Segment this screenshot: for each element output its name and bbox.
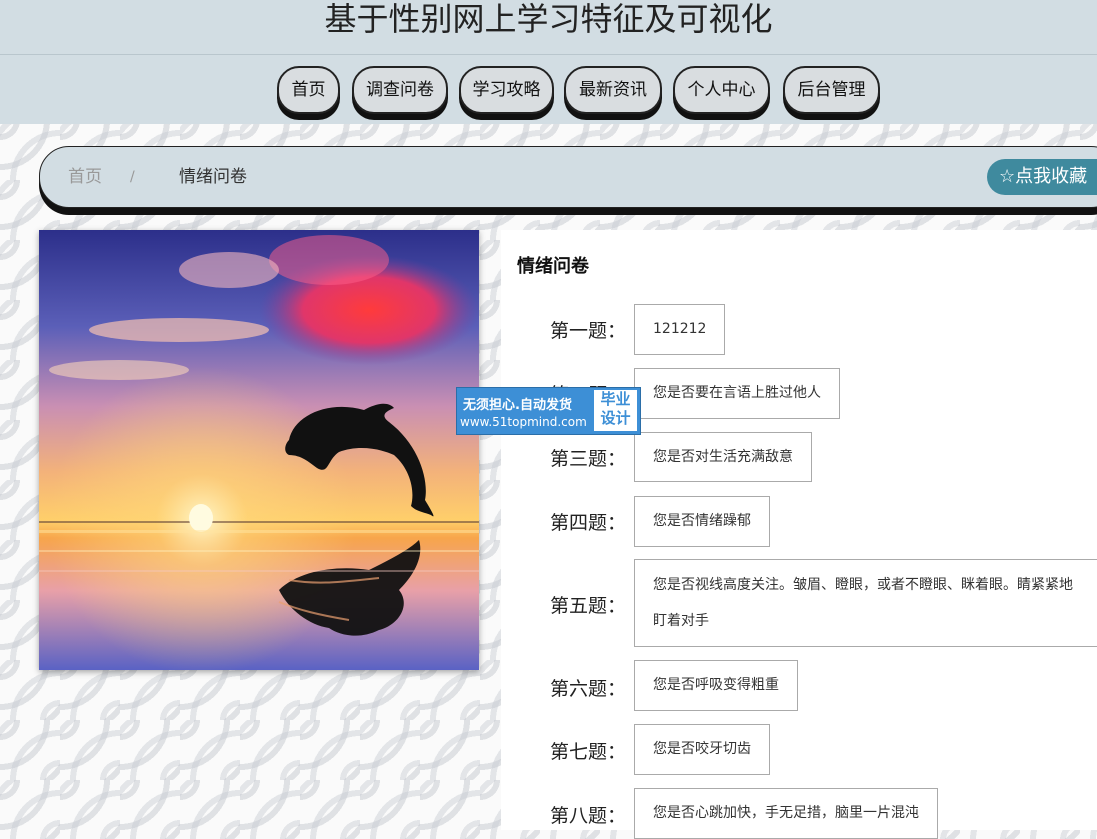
question-3-label: 第三题： xyxy=(550,448,627,470)
nav-personal-center[interactable]: 个人中心 xyxy=(673,66,770,114)
watermark-slogan: 无须担心.自动发货 xyxy=(463,398,572,413)
watermark-logo-line1: 毕业 xyxy=(600,390,631,408)
watermark-url: www.51topmind.com xyxy=(460,415,587,429)
questionnaire-panel: 情绪问卷 第一题： 121212 第二题： 您是否要在言语上胜过他人 第三题： … xyxy=(501,230,1097,839)
question-7-label: 第七题： xyxy=(550,741,627,763)
question-5-label: 第五题： xyxy=(550,595,627,617)
nav-admin[interactable]: 后台管理 xyxy=(783,66,880,114)
watermark-badge: 无须担心.自动发货 www.51topmind.com 毕业 设计 xyxy=(456,387,641,435)
site-title: 基于性别网上学习特征及可视化 xyxy=(324,0,773,38)
question-1-label: 第一题： xyxy=(550,320,627,342)
question-4-label: 第四题： xyxy=(550,512,627,534)
nav-latest-news[interactable]: 最新资讯 xyxy=(564,66,662,114)
breadcrumb-current: 情绪问卷 xyxy=(179,167,247,187)
nav-survey[interactable]: 调查问卷 xyxy=(352,66,448,114)
watermark-text: 无须担心.自动发货 www.51topmind.com xyxy=(457,388,592,434)
question-6-label: 第六题： xyxy=(550,678,627,700)
site-header: 基于性别网上学习特征及可视化 xyxy=(0,0,1097,55)
question-7-field[interactable]: 您是否咬牙切齿 xyxy=(634,724,770,775)
breadcrumb-home-link[interactable]: 首页 xyxy=(68,147,102,207)
question-8-label: 第八题： xyxy=(550,805,627,827)
question-2-field[interactable]: 您是否要在言语上胜过他人 xyxy=(634,368,840,419)
breadcrumb: 首页 / 情绪问卷 ☆点我收藏 xyxy=(39,146,1097,208)
nav-study-guide[interactable]: 学习攻略 xyxy=(459,66,554,114)
dolphin-sunset-image xyxy=(39,230,479,670)
question-4-field[interactable]: 您是否情绪躁郁 xyxy=(634,496,770,547)
question-5-field[interactable]: 您是否视线高度关注。皱眉、瞪眼，或者不瞪眼、眯着眼。睛紧紧地盯着对手 xyxy=(634,559,1097,647)
favorite-button[interactable]: ☆点我收藏 xyxy=(987,159,1097,195)
breadcrumb-separator: / xyxy=(130,169,135,185)
watermark-logo-line2: 设计 xyxy=(600,409,631,427)
question-3-field[interactable]: 您是否对生活充满敌意 xyxy=(634,432,812,482)
watermark-logo: 毕业 设计 xyxy=(594,390,637,431)
question-8-field[interactable]: 您是否心跳加快，手无足措，脑里一片混沌 xyxy=(634,788,938,839)
dolphin-sunset-illustration xyxy=(39,230,479,670)
nav-home[interactable]: 首页 xyxy=(277,66,340,114)
form-title: 情绪问卷 xyxy=(517,256,589,277)
question-6-field[interactable]: 您是否呼吸变得粗重 xyxy=(634,660,798,711)
main-nav: 首页 调查问卷 学习攻略 最新资讯 个人中心 后台管理 xyxy=(0,55,1097,124)
question-1-field[interactable]: 121212 xyxy=(634,304,726,355)
